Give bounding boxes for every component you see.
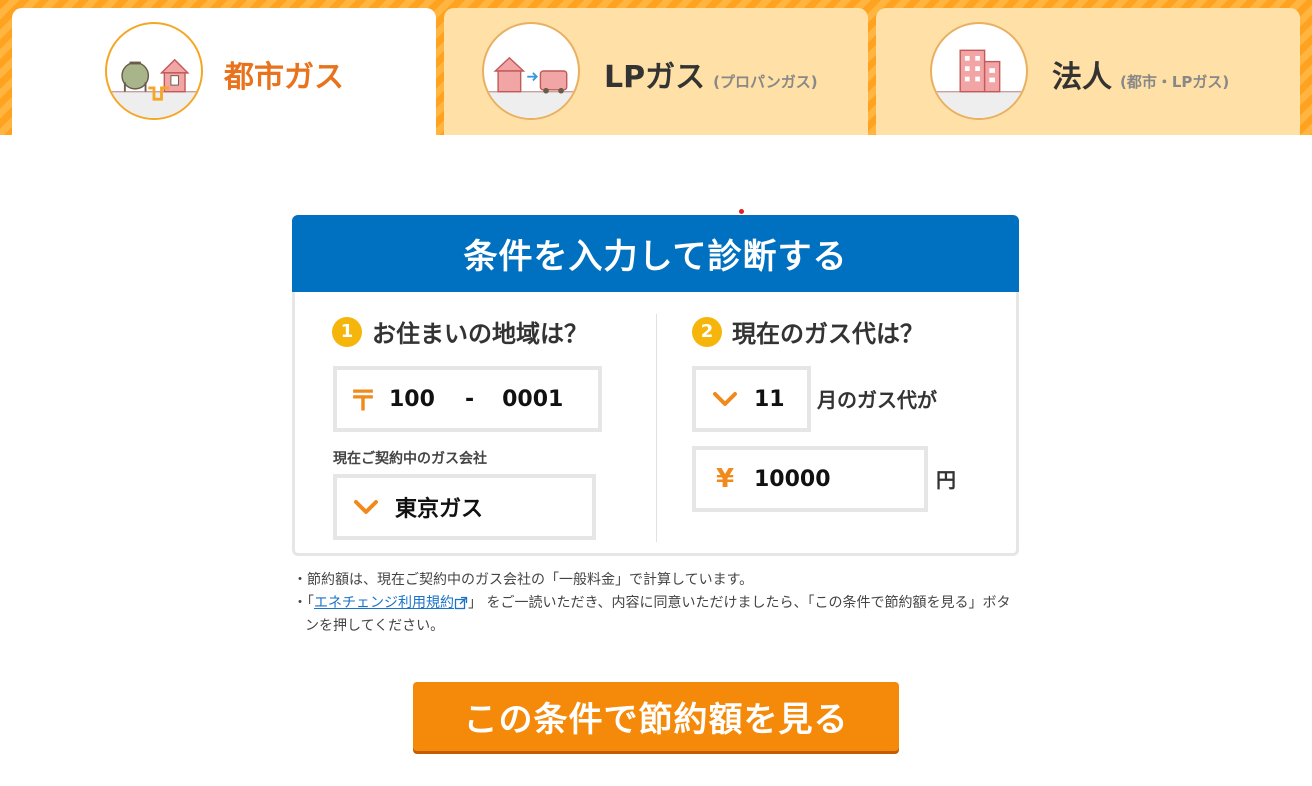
gas-company-label: 現在ご契約中のガス会社 — [333, 451, 487, 467]
step-number-badge: 1 — [332, 316, 362, 347]
postal-code-second[interactable]: 0001 — [502, 387, 563, 412]
external-link-icon[interactable] — [454, 596, 468, 610]
tab-lp-gas[interactable]: LPガス (プロパンガス) — [444, 8, 868, 135]
yen-icon: ¥ — [715, 464, 735, 494]
postal-code-field[interactable]: 〒 100 - 0001 — [333, 366, 602, 432]
question-region-label: お住まいの地域は？ — [372, 320, 588, 348]
tab-city-gas-label: 都市ガス — [224, 52, 344, 96]
column-divider — [656, 314, 657, 542]
tab-label-text: 法人 — [1052, 60, 1112, 95]
month-select[interactable]: 11 — [692, 366, 811, 432]
tab-sub-label: (都市・LPガス) — [1120, 73, 1230, 91]
view-savings-button[interactable]: この条件で節約額を見る — [413, 682, 899, 751]
decorative-dot — [739, 209, 744, 214]
tab-label-text: 都市ガス — [224, 60, 344, 95]
question-gas-cost: 2 現在のガス代は？ — [692, 314, 924, 349]
form-title: 条件を入力して診断する — [292, 215, 1019, 292]
gas-company-value: 東京ガス — [395, 497, 484, 522]
gas-amount-input[interactable]: ¥ 10000 — [692, 446, 928, 512]
tab-city-gas[interactable]: 都市ガス — [12, 8, 436, 135]
month-value: 11 — [754, 386, 785, 412]
note-terms-prefix: ・「 — [293, 595, 314, 611]
postal-code-dash: - — [464, 386, 475, 412]
tab-bar: 都市ガス LPガス (プロパンガス) 法人 (都市・LPガス) — [0, 0, 1312, 135]
tab-business-label: 法人 (都市・LPガス) — [1052, 52, 1229, 96]
chevron-down-icon — [696, 391, 754, 407]
postal-code-first[interactable]: 100 — [389, 387, 435, 412]
notes: ・節約額は、現在ご契約中のガス会社の「一般料金」で計算しています。 ・「エネチェ… — [293, 569, 1023, 638]
gas-amount-value[interactable]: 10000 — [754, 467, 831, 492]
note-calculation: ・節約額は、現在ご契約中のガス会社の「一般料金」で計算しています。 — [293, 572, 754, 588]
tab-lp-gas-label: LPガス (プロパンガス) — [604, 52, 818, 96]
gas-tank-house-icon — [105, 22, 203, 120]
tab-sub-label: (プロパンガス) — [713, 73, 818, 91]
postal-mark-icon: 〒 — [348, 384, 377, 417]
chevron-down-icon — [337, 499, 395, 515]
office-building-icon — [930, 22, 1028, 120]
tab-business[interactable]: 法人 (都市・LPガス) — [876, 8, 1300, 135]
yen-unit-label: 円 — [936, 468, 956, 492]
gas-company-select[interactable]: 東京ガス — [333, 474, 596, 540]
note-terms: ・「エネチェンジ利用規約」 をご一読いただき、内容に同意いただけましたら、「この… — [293, 592, 1023, 638]
diagnosis-form-panel: 条件を入力して診断する 1 お住まいの地域は？ 〒 100 - 0001 現在ご… — [292, 215, 1019, 556]
question-region: 1 お住まいの地域は？ — [332, 314, 588, 349]
terms-link[interactable]: エネチェンジ利用規約 — [314, 595, 454, 611]
month-suffix-label: 月のガス代が — [817, 388, 937, 412]
step-number-badge: 2 — [692, 316, 722, 347]
tab-label-text: LPガス — [604, 60, 706, 95]
question-gas-cost-label: 現在のガス代は？ — [732, 320, 924, 348]
house-propane-truck-icon — [482, 22, 580, 120]
